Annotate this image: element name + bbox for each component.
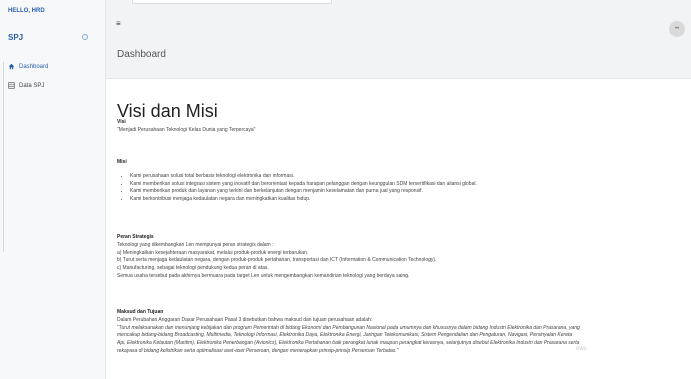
brand-logo[interactable]: SPJ: [8, 33, 23, 42]
text-line: c) Manufacturing, sebagai teknologi pend…: [117, 265, 269, 271]
maksud-section: Maksud dan Tujuan Dalam Perubahan Anggar…: [117, 309, 580, 356]
hamburger-icon[interactable]: ≡: [116, 19, 121, 28]
visi-title: Visi: [117, 119, 126, 125]
sidebar-item-dashboard[interactable]: Dashboard: [8, 63, 48, 70]
watermark: ows: [576, 346, 587, 352]
text-line: a) Meningkatkan kesejahteraan masyarakat…: [117, 249, 309, 256]
text-line: mencakup bidang-bidang Broadcasting, Mul…: [117, 332, 573, 339]
text-line: Api, Elektronika Kelautan (Maritim), Ele…: [117, 340, 580, 346]
greeting-text: HELLO, HRD: [8, 8, 45, 14]
text-line: rekayasa di bidang kelistrikan serta opt…: [117, 347, 399, 354]
text-line: "Turut melaksanakan dan menunjang kebija…: [117, 324, 580, 331]
sidebar: HELLO, HRD SPJ Dashboard Data SPJ: [0, 0, 106, 379]
avatar[interactable]: ••: [669, 21, 685, 37]
list-item: Kami perusahaan solusi total berbasis te…: [130, 173, 477, 181]
maksud-title: Maksud dan Tujuan: [117, 309, 164, 315]
misi-title: Misi: [117, 159, 127, 165]
table-icon: [8, 82, 15, 89]
text-line: Teknologi yang dikembangkan Len mempunya…: [117, 241, 274, 248]
misi-section: Misi Kami perusahaan solusi total berbas…: [117, 159, 477, 204]
home-icon: [8, 63, 15, 70]
text-line: b) Turut serta menjaga kedaulatan negara…: [117, 257, 437, 264]
text-line: Semua usaha tersebut pada akhirnya bermu…: [117, 272, 410, 279]
sidebar-item-data-spj[interactable]: Data SPJ: [8, 82, 44, 89]
list-item: Kami memberikan solusi integrasi sistem …: [130, 181, 477, 189]
top-strip: [132, 0, 332, 4]
list-item: Kami berkontribusi menjaga kedaulatan ne…: [130, 196, 477, 204]
top-navbar: [106, 0, 691, 40]
content-card: Visi dan Misi Visi "Menjadi Perusahaan T…: [106, 78, 691, 379]
sidebar-item-label: Data SPJ: [19, 82, 45, 89]
sidebar-item-label: Dashboard: [19, 63, 49, 70]
text-line: Dalam Perubahan Anggaran Dasar Perusahaa…: [117, 316, 373, 323]
visi-text: "Menjadi Perusahaan Teknologi Kelas Duni…: [117, 126, 256, 133]
page-title: Dashboard: [117, 49, 166, 60]
list-item: Kami memberikan produk dan layanan yang …: [130, 188, 477, 196]
peran-section: Peran Strategis Teknologi yang dikembang…: [117, 234, 436, 281]
sidebar-edge: [0, 62, 4, 252]
visi-section: Visi "Menjadi Perusahaan Teknologi Kelas…: [117, 119, 255, 135]
peran-title: Peran Strategis: [117, 234, 154, 240]
sidebar-toggle-icon[interactable]: [82, 34, 88, 40]
